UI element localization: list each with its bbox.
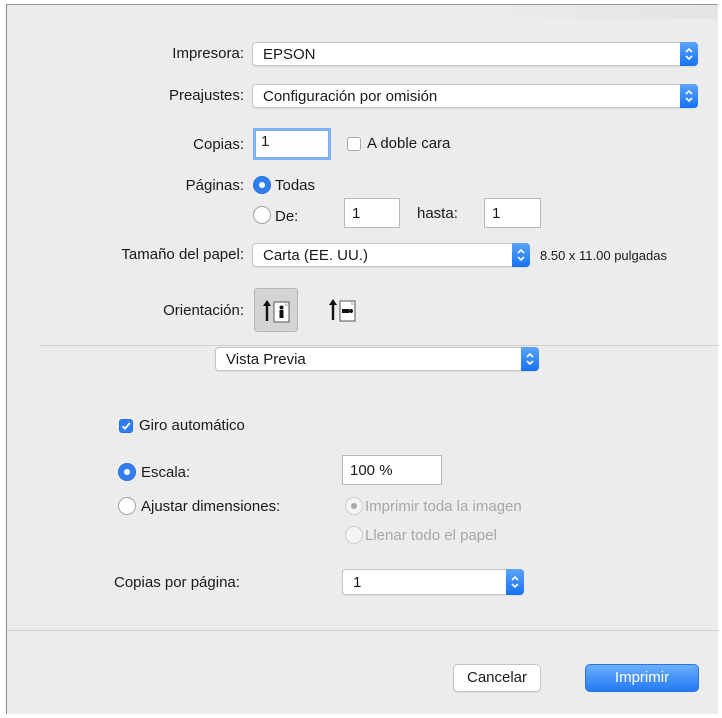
paper-dimensions: 8.50 x 11.00 pulgadas [540,248,667,263]
presets-label: Preajustes: [168,87,244,104]
portrait-orientation-button[interactable] [254,288,298,332]
presets-popup[interactable]: Configuración por omisión [252,84,698,108]
cancel-button[interactable]: Cancelar [453,664,541,692]
section-menu-popup[interactable]: Vista Previa [215,347,539,371]
chevron-updown-icon [521,347,539,371]
pages-all-label: Todas [275,177,316,194]
landscape-orientation-button[interactable] [321,288,365,332]
pages-to-field[interactable]: 1 [484,198,541,228]
paper-size-label: Tamaño del papel: [121,246,244,263]
copies-field[interactable]: 1 [253,128,331,160]
pages-from-value: 1 [352,205,361,222]
fit-radio[interactable] [118,497,136,515]
presets-value: Configuración por omisión [263,88,438,105]
chevron-updown-icon [506,569,524,595]
scale-value: 100 % [350,462,393,479]
chevron-updown-icon [680,84,698,108]
pages-to-label: hasta: [417,205,458,222]
auto-rotate-checkbox[interactable] [119,419,133,433]
fill-paper-radio[interactable] [345,526,363,544]
two-sided-checkbox[interactable] [347,137,361,151]
pages-label: Páginas: [185,177,244,194]
pages-from-radio[interactable] [253,206,271,224]
checkmark-icon [121,422,131,431]
paper-size-popup[interactable]: Carta (EE. UU.) [252,243,530,267]
print-dialog: Impresora: EPSON Preajustes: Configuraci… [6,4,719,714]
chevron-updown-icon [680,42,698,66]
pages-all-radio[interactable] [253,176,271,194]
section-menu-value: Vista Previa [226,351,306,368]
copies-per-page-popup[interactable]: 1 [342,569,524,595]
pages-to-value: 1 [492,205,501,222]
scale-field[interactable]: 100 % [342,455,442,485]
fit-label: Ajustar dimensiones: [141,498,281,515]
fill-paper-label: Llenar todo el papel [365,527,497,544]
portrait-icon [263,300,290,323]
scale-label: Escala: [141,464,191,481]
print-entire-radio[interactable] [345,497,363,515]
scale-radio[interactable] [118,463,136,481]
copies-per-page-value: 1 [353,574,362,591]
two-sided-label: A doble cara [367,135,451,152]
chevron-updown-icon [512,243,530,267]
section-divider [39,345,719,346]
pages-from-label: De: [275,208,299,225]
printer-label: Impresora: [172,45,244,62]
copies-value: 1 [261,133,270,150]
copies-per-page-label: Copias por página: [114,574,240,591]
pages-from-field[interactable]: 1 [344,198,400,228]
copies-label: Copias: [193,136,244,153]
printer-value: EPSON [263,46,316,63]
print-entire-label: Imprimir toda la imagen [365,498,522,515]
paper-size-value: Carta (EE. UU.) [263,247,369,264]
print-button[interactable]: Imprimir [585,664,699,692]
title-shade [468,5,718,19]
landscape-icon [329,299,356,322]
footer-divider [7,630,719,631]
printer-popup[interactable]: EPSON [252,42,698,66]
orientation-label: Orientación: [163,302,244,319]
auto-rotate-label: Giro automático [139,417,245,434]
